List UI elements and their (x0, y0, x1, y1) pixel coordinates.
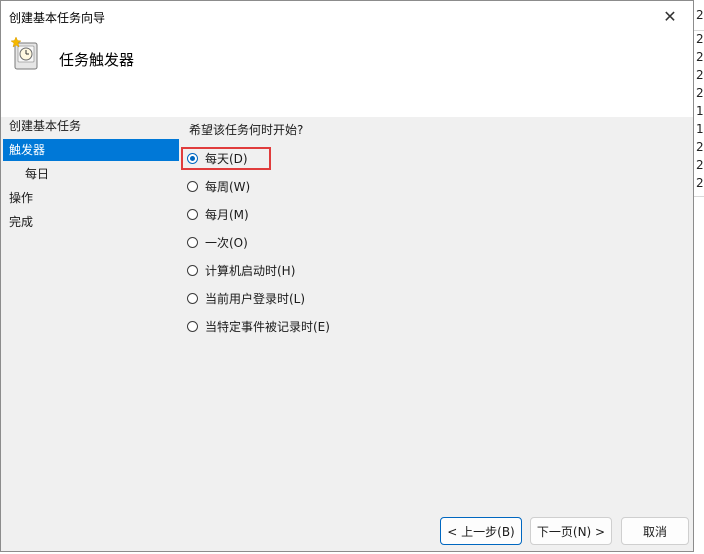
option-daily[interactable]: 每天(D) (187, 148, 248, 168)
background-text: 2 (696, 50, 704, 64)
background-text: 2 (696, 68, 704, 82)
option-weekly[interactable]: 每周(W) (187, 176, 250, 196)
option-computer-startup[interactable]: 计算机启动时(H) (187, 260, 295, 280)
step-create-basic-task[interactable]: 创建基本任务 (3, 115, 179, 137)
step-action[interactable]: 操作 (3, 187, 179, 209)
wizard-dialog: 创建基本任务向导 ✕ 任务触发器 创建基本任务 触发器 每日 操作 完成 希望该… (0, 0, 694, 552)
background-window-edge: 2 2 2 2 2 1 1 2 2 2 (694, 0, 704, 554)
option-label: 当特定事件被记录时(E) (205, 319, 330, 334)
option-user-logon[interactable]: 当前用户登录时(L) (187, 288, 305, 308)
option-label: 一次(O) (205, 235, 248, 250)
background-text: 2 (696, 158, 704, 172)
option-monthly[interactable]: 每月(M) (187, 204, 249, 224)
background-text: 2 (696, 8, 704, 22)
trigger-question: 希望该任务何时开始? (189, 123, 304, 137)
wizard-header: 任务触发器 (1, 31, 693, 117)
background-text: 2 (696, 176, 704, 190)
option-event-logged[interactable]: 当特定事件被记录时(E) (187, 316, 330, 336)
option-label: 当前用户登录时(L) (205, 291, 306, 306)
background-text: 2 (696, 32, 704, 46)
close-icon: ✕ (663, 6, 677, 26)
step-finish[interactable]: 完成 (3, 211, 179, 233)
radio-button[interactable] (187, 180, 198, 192)
background-text: 1 (696, 122, 704, 136)
option-label: 每月(M) (205, 207, 249, 222)
radio-button[interactable] (187, 320, 198, 332)
background-text: 2 (696, 86, 704, 100)
title-bar: 创建基本任务向导 ✕ (1, 1, 693, 31)
page-title: 任务触发器 (59, 51, 135, 69)
background-divider (694, 30, 704, 31)
background-text: 1 (696, 104, 704, 118)
wizard-steps-sidebar: 创建基本任务 触发器 每日 操作 完成 (1, 117, 181, 551)
step-trigger[interactable]: 触发器 (3, 139, 179, 161)
cancel-button[interactable]: 取消 (621, 517, 689, 545)
option-label: 每天(D) (205, 151, 248, 166)
close-button[interactable]: ✕ (647, 1, 693, 31)
radio-button[interactable] (187, 236, 198, 248)
radio-button[interactable] (187, 292, 198, 304)
option-once[interactable]: 一次(O) (187, 232, 248, 252)
radio-button[interactable] (187, 264, 198, 276)
background-divider (694, 196, 704, 197)
radio-button-checked[interactable] (187, 152, 198, 164)
radio-button[interactable] (187, 208, 198, 220)
background-text: 2 (696, 140, 704, 154)
task-scheduler-clock-icon (11, 37, 38, 70)
window-title: 创建基本任务向导 (9, 11, 106, 25)
next-button[interactable]: 下一页(N) > (530, 517, 612, 545)
option-label: 计算机启动时(H) (205, 263, 296, 278)
step-daily[interactable]: 每日 (3, 163, 179, 185)
option-label: 每周(W) (205, 179, 251, 194)
back-button[interactable]: < 上一步(B) (440, 517, 522, 545)
